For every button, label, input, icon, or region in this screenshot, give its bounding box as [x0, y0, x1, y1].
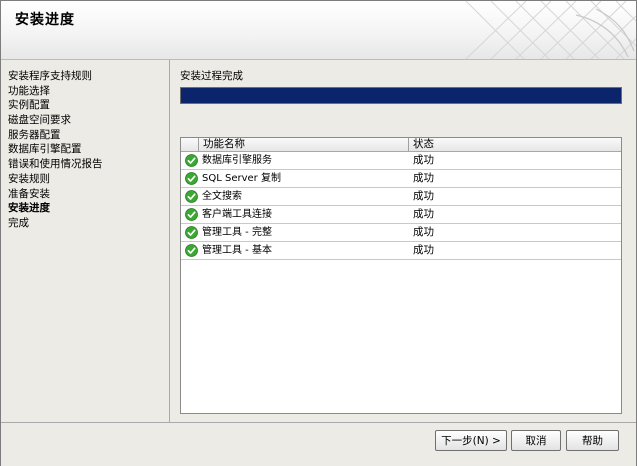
main-content: 安装过程完成 功能名称 状态 数据库引擎服务 成功 SQL Server 复制 成功全… — [170, 60, 636, 422]
table-row[interactable]: 全文搜索 成功 — [181, 188, 621, 206]
column-separator — [198, 138, 199, 151]
column-header-status[interactable]: 状态 — [413, 138, 434, 151]
sidebar-step[interactable]: 服务器配置 — [8, 128, 169, 143]
sidebar-step[interactable]: 实例配置 — [8, 98, 169, 113]
sidebar-step[interactable]: 功能选择 — [8, 84, 169, 99]
page-header: 安装进度 — [1, 1, 636, 60]
table-row[interactable]: 管理工具 - 基本 成功 — [181, 242, 621, 260]
success-check-icon — [185, 208, 198, 221]
success-check-icon — [185, 172, 198, 185]
page-title: 安装进度 — [15, 12, 75, 28]
steps-list: 安装程序支持规则 功能选择 实例配置 磁盘空间要求 服务器配置 数据库引擎配置 错误和使用情… — [1, 60, 169, 231]
table-row[interactable]: 管理工具 - 完整 成功 — [181, 224, 621, 242]
feature-status: 成功 — [413, 172, 434, 184]
progress-bar — [180, 87, 622, 104]
feature-name: 全文搜索 — [202, 191, 242, 202]
table-header: 功能名称 状态 — [181, 138, 621, 152]
column-header-feature[interactable]: 功能名称 — [203, 138, 245, 151]
cancel-button[interactable]: 取消 — [511, 430, 561, 451]
table-row[interactable]: 数据库引擎服务 成功 — [181, 152, 621, 170]
steps-sidebar: 安装程序支持规则 功能选择 实例配置 磁盘空间要求 服务器配置 数据库引擎配置 错误和使用情… — [1, 60, 170, 422]
success-check-icon — [185, 244, 198, 257]
feature-status: 成功 — [413, 226, 434, 238]
body-area: 安装程序支持规则 功能选择 实例配置 磁盘空间要求 服务器配置 数据库引擎配置 错误和使用情… — [1, 60, 636, 422]
feature-status: 成功 — [413, 154, 434, 166]
setup-window: 安装进度 安装程序支持规则 功能选择 实例配置 磁盘空间要求 服务器配置 数据库引擎配置错… — [0, 0, 637, 466]
feature-status: 成功 — [413, 190, 434, 202]
sidebar-step[interactable]: 安装规则 — [8, 172, 169, 187]
success-check-icon — [185, 190, 198, 203]
help-button[interactable]: 帮助 — [566, 430, 619, 451]
button-bar: 下一步(N) > 取消 帮助 — [1, 422, 636, 466]
feature-status: 成功 — [413, 208, 434, 220]
status-text: 安装过程完成 — [180, 70, 243, 82]
feature-name: SQL Server 复制 — [202, 173, 281, 184]
feature-name: 客户端工具连接 — [202, 209, 272, 220]
sidebar-step[interactable]: 完成 — [8, 216, 169, 231]
sidebar-step[interactable]: 数据库引擎配置 — [8, 142, 169, 157]
next-button[interactable]: 下一步(N) > — [435, 430, 507, 451]
table-row[interactable]: SQL Server 复制 成功 — [181, 170, 621, 188]
table-row[interactable]: 客户端工具连接 成功 — [181, 206, 621, 224]
success-check-icon — [185, 154, 198, 167]
feature-status-table: 功能名称 状态 数据库引擎服务 成功 SQL Server 复制 成功 全文搜索 成功 客户… — [180, 137, 622, 414]
sidebar-step[interactable]: 磁盘空间要求 — [8, 113, 169, 128]
sidebar-step[interactable]: 安装程序支持规则 — [8, 69, 169, 84]
column-separator — [408, 138, 409, 151]
feature-name: 管理工具 - 完整 — [202, 227, 272, 238]
feature-name: 数据库引擎服务 — [202, 155, 272, 166]
success-check-icon — [185, 226, 198, 239]
sidebar-step[interactable]: 安装进度 — [8, 201, 169, 216]
header-decoration — [465, 1, 636, 59]
sidebar-step[interactable]: 错误和使用情况报告 — [8, 157, 169, 172]
feature-name: 管理工具 - 基本 — [202, 245, 272, 256]
feature-status: 成功 — [413, 244, 434, 256]
sidebar-step[interactable]: 准备安装 — [8, 187, 169, 202]
